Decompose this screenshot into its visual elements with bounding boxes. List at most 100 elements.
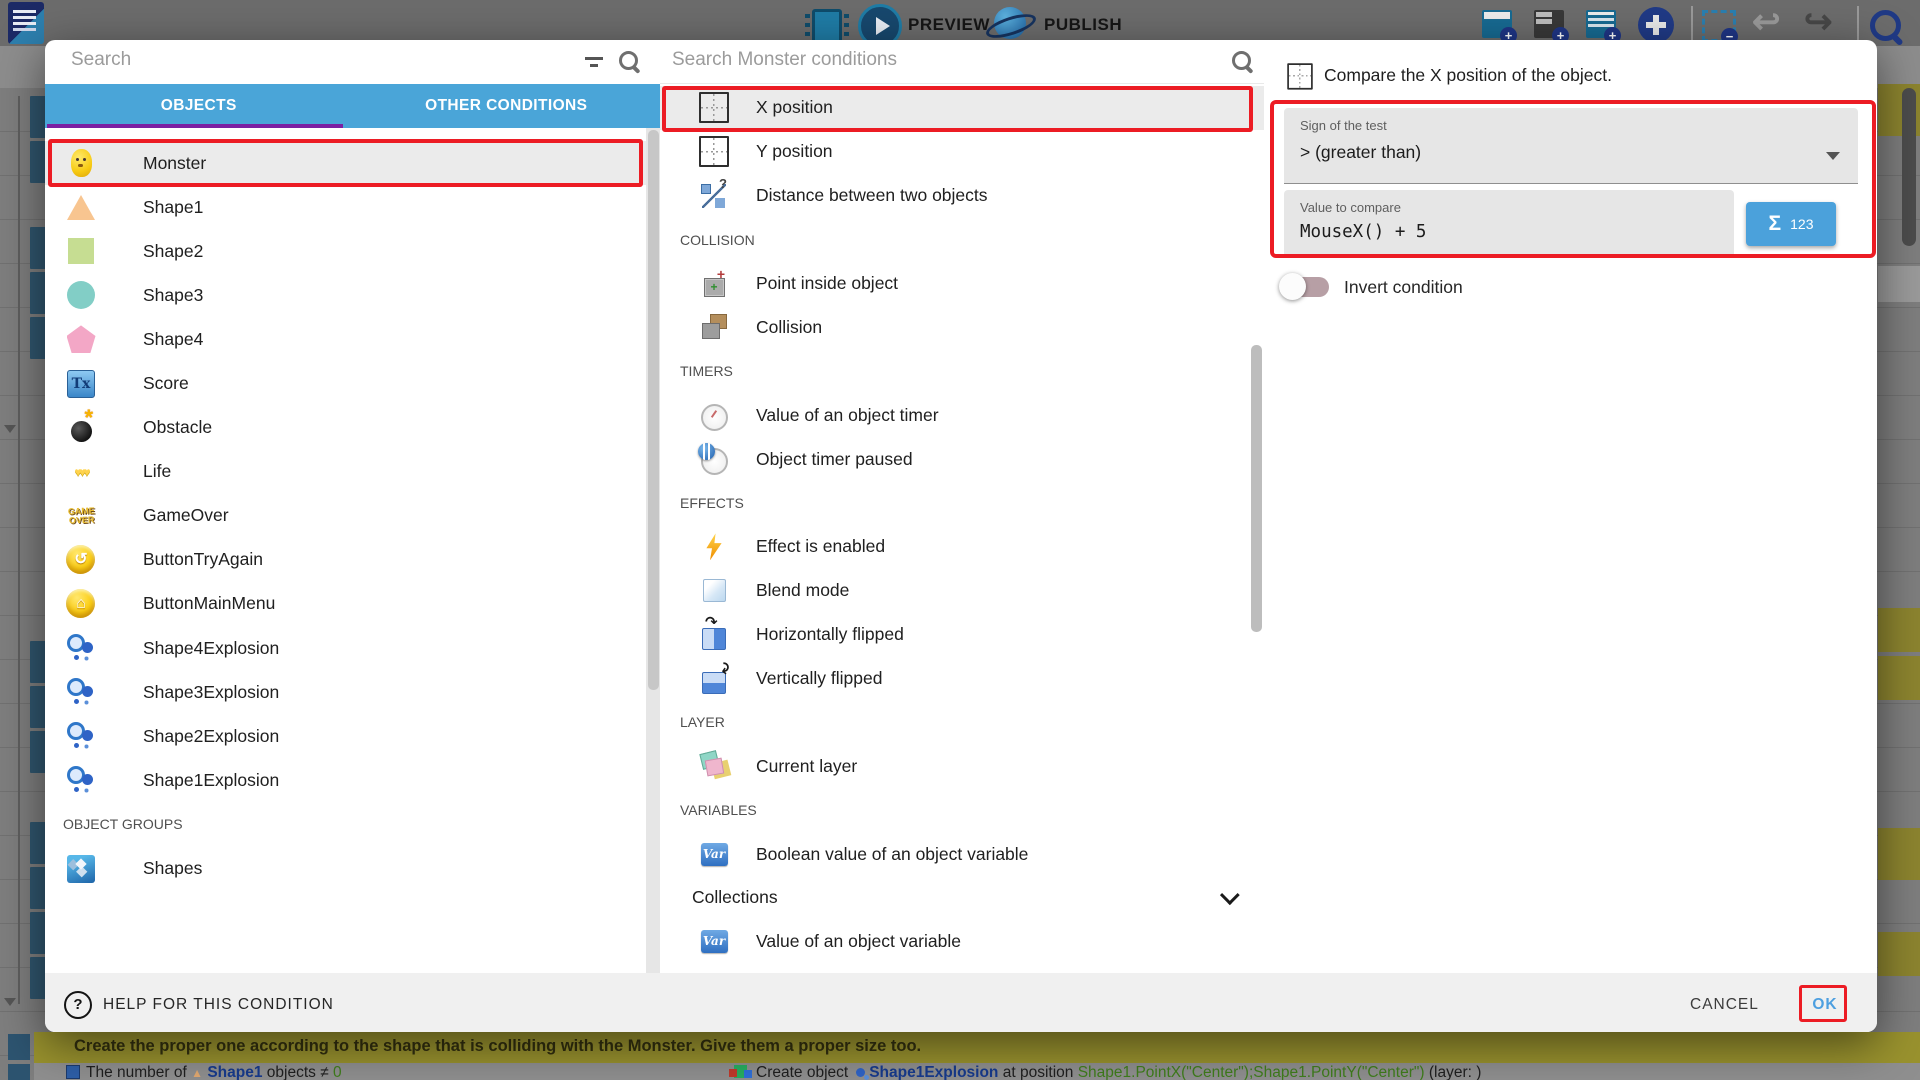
object-row[interactable]: Shape1 xyxy=(45,185,646,229)
invert-condition-label: Invert condition xyxy=(1344,277,1463,298)
distance-icon xyxy=(696,178,732,214)
add-sub-event-icon[interactable]: + xyxy=(1534,10,1564,38)
expression-editor-button[interactable]: Σ 123 xyxy=(1746,202,1836,246)
objects-scrollbar[interactable] xyxy=(646,128,660,973)
undo-icon[interactable]: ↩ xyxy=(1752,2,1781,42)
condition-row[interactable]: Horizontally flipped xyxy=(660,613,1264,657)
delete-selection-icon[interactable]: − xyxy=(1702,10,1736,42)
condition-row[interactable]: EFFECTS xyxy=(660,481,1264,525)
help-icon[interactable]: ? xyxy=(64,991,92,1019)
monster-icon xyxy=(63,145,99,181)
redo-icon[interactable]: ↪ xyxy=(1804,2,1833,42)
object-row[interactable]: GameOver xyxy=(45,494,646,538)
pentagon-icon xyxy=(63,321,99,357)
condition-title: Compare the X position of the object. xyxy=(1324,65,1612,86)
flip-horizontal-icon xyxy=(696,617,732,653)
conditions-search-input[interactable] xyxy=(670,48,1194,72)
home-button-icon xyxy=(63,586,99,622)
event-row: The number of ▲ Shape1 objects ≠ 0 Creat… xyxy=(34,1063,1920,1080)
object-row[interactable]: Shape4 xyxy=(45,317,646,361)
particles-icon xyxy=(63,762,99,798)
publish-button[interactable]: PUBLISH xyxy=(1044,15,1122,35)
sheet-scrollbar[interactable] xyxy=(1902,88,1916,246)
object-row[interactable]: Score xyxy=(45,361,646,405)
condition-row[interactable]: Collections xyxy=(660,876,1264,920)
object-row[interactable]: Shapes xyxy=(45,847,646,891)
object-row[interactable]: Shape3Explosion xyxy=(45,670,646,714)
condition-row[interactable]: Value of an object timer xyxy=(660,393,1264,437)
condition-row[interactable]: COLLISION xyxy=(660,218,1264,262)
condition-row[interactable]: Distance between two objects xyxy=(660,174,1264,218)
objects-search-input[interactable] xyxy=(69,48,513,72)
object-row[interactable]: Shape2Explosion xyxy=(45,714,646,758)
condition-row[interactable]: Y position xyxy=(660,130,1264,174)
object-row[interactable]: Obstacle xyxy=(45,406,646,450)
collapse-arrow-icon xyxy=(4,998,16,1006)
preview-button[interactable]: PREVIEW xyxy=(908,15,990,35)
sigma-icon: Σ xyxy=(1769,212,1782,236)
tab-objects[interactable]: OBJECTS xyxy=(45,84,353,128)
collapse-arrow-icon xyxy=(4,425,16,433)
bomb-icon xyxy=(63,410,99,446)
condition-row[interactable]: Effect is enabled xyxy=(660,525,1264,569)
debug-icon[interactable] xyxy=(812,9,842,43)
dropdown-arrow-icon xyxy=(1826,152,1840,160)
particles-icon xyxy=(63,674,99,710)
chevron-down-icon xyxy=(1220,885,1240,905)
condition-row[interactable]: Point inside object xyxy=(660,262,1264,306)
add-event-icon[interactable]: + xyxy=(1482,10,1512,38)
help-button[interactable]: HELP FOR THIS CONDITION xyxy=(103,996,334,1014)
condition-row[interactable]: VARIABLES xyxy=(660,788,1264,832)
circle-icon xyxy=(63,277,99,313)
search-icon xyxy=(1230,50,1254,74)
object-row[interactable]: Shape1Explosion xyxy=(45,758,646,802)
value-to-compare-input[interactable]: Value to compare MouseX() + 5 xyxy=(1284,190,1734,256)
particles-icon xyxy=(63,630,99,666)
object-row[interactable]: Shape4Explosion xyxy=(45,626,646,670)
object-row[interactable]: OBJECT GROUPS xyxy=(45,802,646,846)
screen: PREVIEW PUBLISH + + + − ↩ ↪ Hor Create t… xyxy=(0,0,1920,1080)
project-manager-icon[interactable] xyxy=(8,2,44,44)
object-row[interactable]: Monster xyxy=(45,141,646,185)
search-events-icon[interactable] xyxy=(1868,8,1906,46)
condition-row[interactable]: Current layer xyxy=(660,744,1264,788)
condition-row[interactable]: X position xyxy=(660,86,1264,130)
object-row[interactable]: ButtonTryAgain xyxy=(45,538,646,582)
triangle-icon xyxy=(63,189,99,225)
invert-toggle-knob[interactable] xyxy=(1279,273,1306,300)
particles-icon xyxy=(63,718,99,754)
condition-row[interactable]: Value of an object variable xyxy=(660,920,1264,964)
square-icon xyxy=(63,233,99,269)
cancel-button[interactable]: CANCEL xyxy=(1690,996,1759,1014)
condition-row[interactable]: TIMERS xyxy=(660,349,1264,393)
instruction-editor-dialog: OBJECTS OTHER CONDITIONS Monster Shape1 xyxy=(45,40,1877,1032)
object-row[interactable]: Life xyxy=(45,450,646,494)
publish-planet-icon[interactable] xyxy=(994,7,1026,39)
object-row[interactable]: ButtonMainMenu xyxy=(45,582,646,626)
conditions-scrollbar[interactable] xyxy=(1251,345,1262,632)
condition-row[interactable]: Blend mode xyxy=(660,569,1264,613)
condition-row[interactable]: Collision xyxy=(660,305,1264,349)
timer-paused-icon xyxy=(696,441,732,477)
blend-icon xyxy=(696,573,732,609)
gameover-icon xyxy=(63,498,99,534)
condition-row[interactable]: Object timer paused xyxy=(660,437,1264,481)
object-search-row xyxy=(45,40,660,84)
hearts-icon xyxy=(63,454,99,490)
condition-row[interactable]: Boolean value of an object variable xyxy=(660,832,1264,876)
sign-of-test-select[interactable]: Sign of the test > (greater than) xyxy=(1284,108,1858,184)
tab-other-conditions[interactable]: OTHER CONDITIONS xyxy=(353,84,661,128)
filter-icon[interactable] xyxy=(583,52,605,70)
text-icon xyxy=(63,366,99,402)
variable-icon xyxy=(696,924,732,960)
add-comment-icon[interactable]: + xyxy=(1586,10,1616,38)
position-icon xyxy=(696,90,732,126)
timer-icon xyxy=(696,397,732,433)
object-row[interactable]: Shape2 xyxy=(45,229,646,273)
add-icon[interactable] xyxy=(1638,7,1674,43)
condition-row[interactable]: Vertically flipped xyxy=(660,657,1264,701)
dialog-footer: ? HELP FOR THIS CONDITION CANCEL OK xyxy=(45,973,1877,1032)
condition-row[interactable]: LAYER xyxy=(660,700,1264,744)
object-row[interactable]: Shape3 xyxy=(45,273,646,317)
ok-button[interactable]: OK xyxy=(1803,996,1847,1014)
